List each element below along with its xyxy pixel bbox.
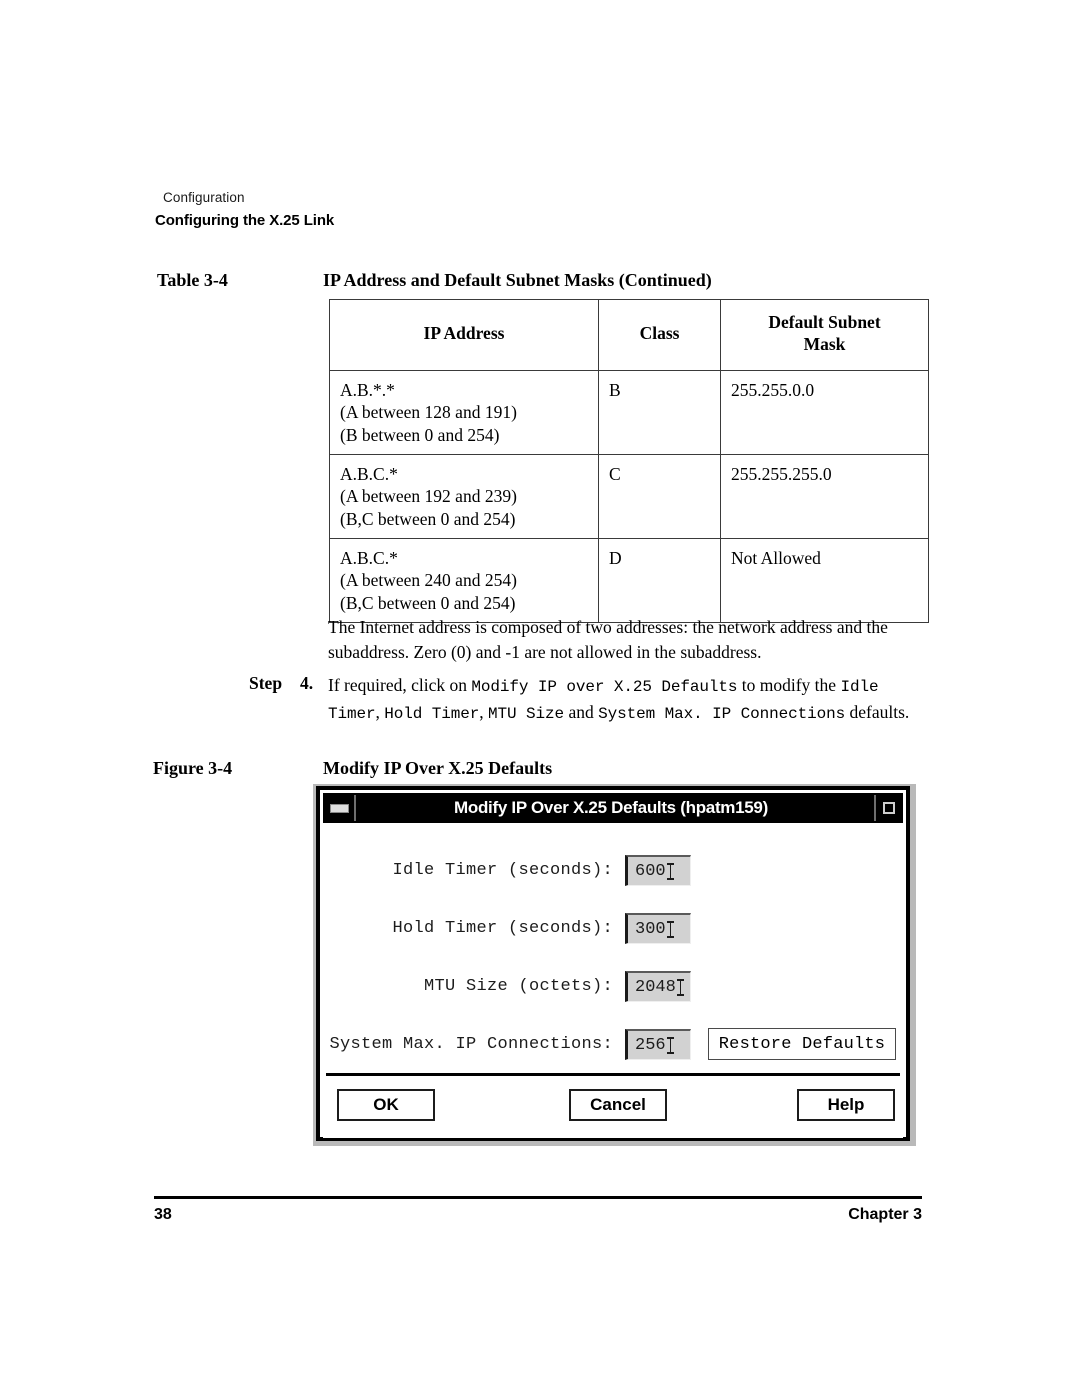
step-label: Step — [249, 673, 283, 693]
dialog-footer: OK Cancel Help — [323, 1076, 903, 1138]
running-header-chapter: Configuration — [163, 190, 245, 205]
step-mono-system-max-ip: System Max. IP Connections — [598, 704, 846, 723]
cell-class: C — [598, 453, 721, 540]
restore-defaults-button[interactable]: Restore Defaults — [708, 1028, 896, 1060]
cell-ip-line-2: (A between 192 and 239) — [340, 486, 517, 507]
input-mtu-size-value: 2048 — [635, 977, 676, 997]
table-row: A.B.*.* (A between 128 and 191) (B betwe… — [329, 369, 929, 455]
table-caption-title: IP Address and Default Subnet Masks (Con… — [323, 270, 712, 290]
text-cursor-icon — [666, 1036, 674, 1054]
step-mono-modify-defaults: Modify IP over X.25 Defaults — [471, 678, 738, 696]
field-row-idle-timer: Idle Timer (seconds): 600 — [323, 855, 903, 886]
cell-ip-line-3: (B,C between 0 and 254) — [340, 592, 516, 613]
table-header-row: IP Address Class Default Subnet Mask — [329, 299, 929, 371]
column-header-subnet-mask-line2: Mask — [803, 333, 846, 354]
ip-address-table: IP Address Class Default Subnet Mask A.B… — [329, 299, 929, 624]
maximize-icon[interactable] — [874, 795, 902, 821]
cell-class: B — [598, 369, 721, 455]
input-mtu-size[interactable]: 2048 — [625, 971, 691, 1002]
input-idle-timer[interactable]: 600 — [625, 855, 691, 886]
cell-class: D — [598, 538, 721, 624]
cell-ip-line-1: A.B.C.* — [340, 463, 398, 484]
field-row-hold-timer: Hold Timer (seconds): 300 — [323, 913, 903, 944]
text-cursor-icon — [666, 862, 674, 880]
column-header-subnet-mask: Default Subnet Mask — [720, 299, 929, 371]
input-hold-timer-value: 300 — [635, 919, 666, 939]
label-hold-timer: Hold Timer (seconds): — [392, 919, 613, 938]
step-text-part-3: , — [375, 701, 385, 722]
cancel-button[interactable]: Cancel — [569, 1089, 667, 1121]
label-mtu-size: MTU Size (octets): — [423, 977, 613, 996]
footer-page-number: 38 — [154, 1206, 172, 1223]
step-body: If required, click on Modify IP over X.2… — [328, 673, 928, 726]
cell-ip-line-1: A.B.C.* — [340, 548, 398, 569]
dialog-titlebar: Modify IP Over X.25 Defaults (hpatm159) — [323, 793, 903, 823]
column-header-ip-address: IP Address — [329, 299, 599, 371]
figure-caption-title: Modify IP Over X.25 Defaults — [323, 758, 553, 778]
label-system-max-connections: System Max. IP Connections: — [329, 1035, 613, 1054]
cell-subnet-mask: Not Allowed — [720, 538, 929, 624]
column-header-subnet-mask-line1: Default Subnet — [768, 312, 881, 332]
minimize-icon[interactable] — [324, 795, 356, 821]
cell-ip-line-2: (A between 128 and 191) — [340, 402, 517, 423]
footer-divider — [154, 1196, 922, 1199]
field-row-mtu-size: MTU Size (octets): 2048 — [323, 971, 903, 1002]
table-header: IP Address Class Default Subnet Mask — [329, 299, 929, 371]
cell-subnet-mask: 255.255.255.0 — [720, 453, 929, 540]
cell-ip-address: A.B.C.* (A between 192 and 239) (B,C bet… — [329, 453, 599, 540]
table-row: A.B.C.* (A between 192 and 239) (B,C bet… — [329, 453, 929, 540]
cell-ip-address: A.B.*.* (A between 128 and 191) (B betwe… — [329, 369, 599, 455]
figure-caption-number: Figure 3-4 — [153, 758, 233, 778]
dialog-title: Modify IP Over X.25 Defaults (hpatm159) — [454, 798, 768, 817]
step-number: 4. — [300, 673, 314, 693]
input-idle-timer-value: 600 — [635, 861, 666, 881]
step-text-part-2: to modify the — [737, 675, 841, 695]
footer-chapter-label: Chapter 3 — [848, 1206, 922, 1223]
cell-ip-line-3: (B,C between 0 and 254) — [340, 508, 516, 529]
input-system-max-connections-value: 256 — [635, 1035, 666, 1055]
step-text-part-5: and — [564, 701, 599, 722]
cell-ip-line-2: (A between 240 and 254) — [340, 570, 517, 591]
step-text-part-6: defaults. — [845, 701, 910, 722]
text-cursor-icon — [676, 978, 684, 996]
ok-button[interactable]: OK — [337, 1089, 435, 1121]
column-header-class: Class — [598, 299, 721, 371]
label-idle-timer: Idle Timer (seconds): — [392, 861, 613, 880]
step-text-part-1: If required, click on — [328, 675, 472, 695]
step-text-part-4: , — [479, 701, 489, 722]
step-mono-mtu-size: MTU Size — [488, 704, 565, 723]
table-row: A.B.C.* (A between 240 and 254) (B,C bet… — [329, 538, 929, 624]
cell-ip-address: A.B.C.* (A between 240 and 254) (B,C bet… — [329, 538, 599, 624]
input-system-max-connections[interactable]: 256 — [625, 1029, 691, 1060]
cell-ip-line-3: (B between 0 and 254) — [340, 424, 500, 445]
text-cursor-icon — [666, 920, 674, 938]
modify-ip-defaults-dialog: Modify IP Over X.25 Defaults (hpatm159) … — [316, 786, 910, 1141]
help-button[interactable]: Help — [797, 1089, 895, 1121]
step-mono-hold-timer: Hold Timer — [384, 704, 480, 723]
table-body: A.B.*.* (A between 128 and 191) (B betwe… — [329, 369, 929, 624]
cell-ip-line-1: A.B.*.* — [340, 379, 395, 400]
intro-paragraph: The Internet address is composed of two … — [328, 617, 888, 662]
cell-subnet-mask: 255.255.0.0 — [720, 369, 929, 455]
running-header-section: Configuring the X.25 Link — [155, 212, 335, 229]
dialog-body: Idle Timer (seconds): 600 Hold Timer (se… — [323, 823, 903, 1076]
input-hold-timer[interactable]: 300 — [625, 913, 691, 944]
table-caption-number: Table 3-4 — [157, 270, 228, 290]
